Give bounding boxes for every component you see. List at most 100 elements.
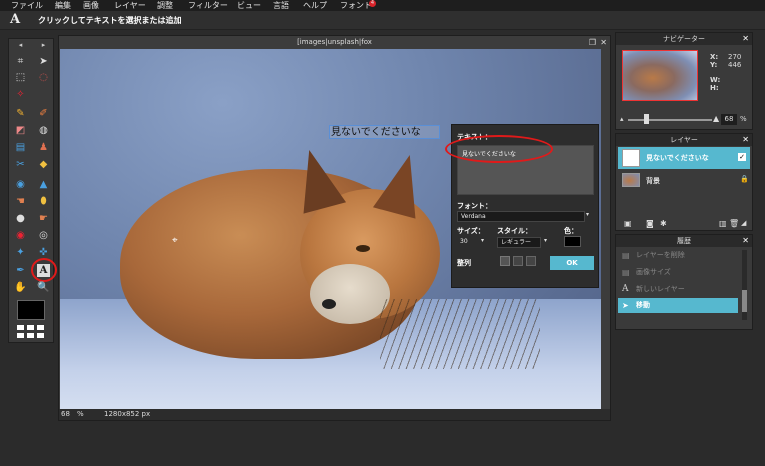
style-chevron-icon[interactable]: ▾ <box>544 237 547 244</box>
sharpen-icon[interactable]: ▲ <box>37 178 50 191</box>
zoom-in-icon[interactable]: ▲ <box>713 114 719 123</box>
eraser-icon[interactable]: ◩ <box>14 124 27 137</box>
bucket-icon[interactable]: ◍ <box>37 124 50 137</box>
history-item[interactable]: A 新しいレイヤー <box>618 282 738 297</box>
history-item-label: レイヤーを削除 <box>636 251 685 259</box>
navigator-close-icon[interactable]: ✕ <box>742 33 749 45</box>
navigator-panel: ナビゲーター ✕ X: 270 Y: 446 W: H: ▴ ▲ 68 % <box>615 32 753 130</box>
zoom-icon[interactable]: 🔍 <box>37 281 50 294</box>
layer-row[interactable]: 見ないでくださいな ✓ <box>618 147 750 169</box>
zoom-unit: % <box>77 410 84 418</box>
lock-icon: 🔒 <box>740 175 749 183</box>
layer-mask-icon[interactable]: ◙ <box>646 219 654 228</box>
history-resize-icon: ▤ <box>622 268 630 277</box>
resize-corner-icon[interactable]: ◢ <box>741 219 746 227</box>
grid-icon[interactable] <box>17 325 45 339</box>
red-eye-icon[interactable]: ◉ <box>14 229 27 242</box>
size-chevron-icon[interactable]: ▾ <box>481 237 484 244</box>
menu-layer[interactable]: レイヤー <box>114 0 146 11</box>
restore-icon[interactable]: ❐ <box>589 36 596 49</box>
marquee-icon[interactable]: ⬚ <box>14 71 27 84</box>
text-dialog: テキスト： 見ないでくださいな フォント： Verdana ▾ サイズ： スタイ… <box>445 124 599 288</box>
layer-name: 見ないでくださいな <box>646 154 709 162</box>
history-item[interactable]: ▤ 画像サイズ <box>618 265 738 280</box>
history-scrollbar-thumb[interactable] <box>742 290 747 312</box>
dodge-icon[interactable]: ● <box>14 212 27 225</box>
delete-layer-icon[interactable]: 🗑 <box>729 219 739 228</box>
lasso-icon[interactable]: ◌ <box>37 71 50 84</box>
history-item[interactable]: ▤ レイヤーを削除 <box>618 248 738 263</box>
spot-heal-icon[interactable]: ◎ <box>37 229 50 242</box>
burn-icon[interactable]: ☛ <box>37 212 50 225</box>
history-item-label: 移動 <box>636 301 650 309</box>
drawing-icon[interactable]: ◆ <box>37 158 50 171</box>
nav-zoom-input[interactable]: 68 <box>721 114 737 125</box>
crop-icon[interactable]: ⌗ <box>14 55 27 68</box>
ok-button[interactable]: OK <box>550 256 594 270</box>
color-replace-icon[interactable]: ✂ <box>14 158 27 171</box>
brush-icon[interactable]: ✐ <box>37 107 50 120</box>
navigator-thumbnail[interactable] <box>622 50 698 101</box>
menu-view[interactable]: ビュー <box>237 0 261 11</box>
history-scrollbar[interactable] <box>742 250 747 320</box>
panel-next-arrow-icon[interactable]: ▸ <box>37 39 50 52</box>
magic-wand-icon[interactable]: ✧ <box>14 88 27 101</box>
layer-name: 背景 <box>646 177 660 185</box>
stamp-icon[interactable]: ♟ <box>37 141 50 154</box>
font-badge: 4 <box>369 0 376 7</box>
layer-effects-icon[interactable]: ✱ <box>660 219 667 228</box>
type-tool-highlight <box>31 258 57 282</box>
align-right-icon[interactable] <box>526 256 536 266</box>
move-icon[interactable]: ➤ <box>37 55 50 68</box>
history-title: 履歴 <box>616 235 752 247</box>
font-label: フォント： <box>457 202 492 210</box>
blur-icon[interactable]: ◉ <box>14 178 27 191</box>
canvas-text-box[interactable]: 見ないでくださいな <box>329 125 440 139</box>
pencil-icon[interactable]: ✎ <box>14 107 27 120</box>
nav-zoom-unit: % <box>740 115 747 123</box>
zoom-out-icon[interactable]: ▴ <box>620 115 624 123</box>
gradient-icon[interactable]: ▤ <box>14 141 27 154</box>
x-value: 270 <box>728 53 742 61</box>
menu-filter[interactable]: フィルター <box>188 0 228 11</box>
color-swatch[interactable] <box>564 236 581 247</box>
font-select[interactable]: Verdana <box>457 211 585 222</box>
bloat-icon[interactable]: ✦ <box>14 246 27 259</box>
menu-file[interactable]: ファイル <box>11 0 43 11</box>
menu-image[interactable]: 画像 <box>83 0 99 11</box>
foreground-color-swatch[interactable] <box>17 300 45 320</box>
history-close-icon[interactable]: ✕ <box>742 235 749 247</box>
layer-row[interactable]: 背景 🔒 <box>618 171 750 193</box>
hand-icon[interactable]: ✋ <box>14 281 27 294</box>
zoom-value[interactable]: 68 <box>61 409 70 420</box>
layers-close-icon[interactable]: ✕ <box>742 134 749 146</box>
menu-edit[interactable]: 編集 <box>55 0 71 11</box>
style-select[interactable]: レギュラー <box>497 237 541 248</box>
menu-help[interactable]: ヘルプ <box>303 0 327 11</box>
layers-panel: レイヤー ✕ 見ないでくださいな ✓ 背景 🔒 ▣ ◙ ✱ ▥ 🗑 ◢ <box>615 133 753 231</box>
sponge-icon[interactable]: ⬮ <box>37 195 50 208</box>
panel-prev-arrow-icon[interactable]: ◂ <box>14 39 27 52</box>
history-layer-icon: ▤ <box>622 251 630 260</box>
history-item-label: 新しいレイヤー <box>636 285 685 293</box>
layer-thumbnail <box>622 149 640 167</box>
menu-adjust[interactable]: 調整 <box>157 0 173 11</box>
zoom-slider[interactable] <box>628 119 712 121</box>
size-select[interactable]: 30 <box>457 237 481 248</box>
smudge-icon[interactable]: ☚ <box>14 195 27 208</box>
close-icon[interactable]: ✕ <box>600 36 607 49</box>
canvas-title: [images|unsplash|fox <box>297 38 372 46</box>
zoom-slider-handle[interactable] <box>644 114 649 124</box>
align-left-icon[interactable] <box>500 256 510 266</box>
color-picker-icon[interactable]: ✒ <box>14 264 27 277</box>
h-label: H: <box>710 84 719 92</box>
align-center-icon[interactable] <box>513 256 523 266</box>
menu-language[interactable]: 言語 <box>273 0 289 11</box>
layer-settings-icon[interactable]: ▣ <box>624 219 632 228</box>
layer-visibility-checkbox[interactable]: ✓ <box>738 153 746 161</box>
menu-font[interactable]: フォント <box>340 0 372 11</box>
options-bar: A クリックしてテキストを選択または追加 <box>0 11 765 30</box>
new-layer-icon[interactable]: ▥ <box>719 219 727 228</box>
history-item[interactable]: ➤ 移動 <box>618 298 738 313</box>
chevron-down-icon[interactable]: ▾ <box>586 211 589 218</box>
